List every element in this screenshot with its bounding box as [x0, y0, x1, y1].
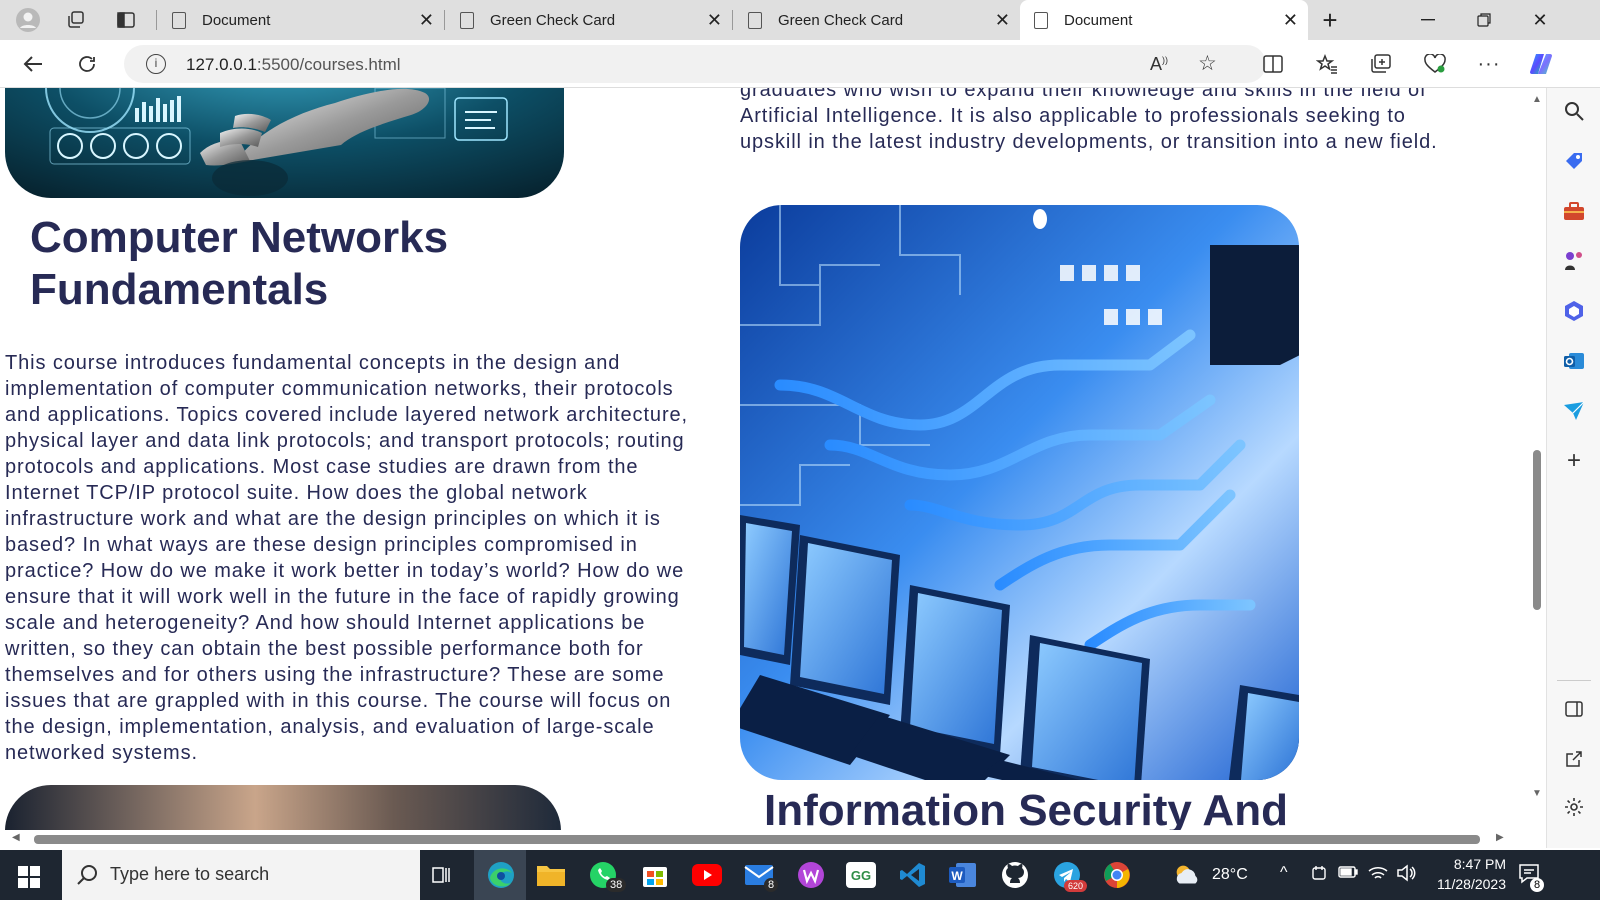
microsoft-365-icon[interactable] — [1561, 298, 1587, 324]
restore-button[interactable] — [1456, 0, 1512, 40]
close-tab-icon[interactable]: ✕ — [1283, 10, 1298, 31]
svg-text:GG: GG — [851, 868, 871, 883]
edge-taskbar-icon[interactable] — [486, 860, 516, 890]
chrome-icon[interactable] — [1102, 860, 1132, 890]
horizontal-scrollbar[interactable]: ◀ ▶ — [0, 830, 1546, 848]
tab-strip: Document ✕ Green Check Card ✕ Green Chec… — [0, 0, 1600, 40]
hide-sidebar-icon[interactable] — [1561, 696, 1587, 722]
close-window-button[interactable]: ✕ — [1512, 0, 1568, 40]
file-explorer-icon[interactable] — [536, 860, 566, 890]
notification-badge: 8 — [1530, 878, 1545, 892]
youtube-icon[interactable] — [692, 860, 722, 890]
computer-network-image — [740, 205, 1299, 780]
vscode-icon[interactable] — [898, 860, 928, 890]
show-hidden-icons-chevron-icon[interactable]: ^ — [1280, 864, 1288, 882]
page-viewport[interactable]: graduates who wish to expand their knowl… — [0, 88, 1528, 830]
tab-green-check-card-1[interactable]: Green Check Card ✕ — [446, 0, 732, 40]
vertical-scroll-thumb[interactable] — [1533, 450, 1541, 610]
outlook-icon[interactable] — [1561, 348, 1587, 374]
mail-badge: 8 — [764, 878, 779, 892]
telegram-badge: 620 — [1064, 880, 1088, 892]
horizontal-scroll-thumb[interactable] — [34, 835, 1480, 844]
next-course-image — [5, 785, 561, 830]
scroll-up-arrow-icon[interactable]: ▲ — [1532, 94, 1542, 105]
clock-time[interactable]: 8:47 PM — [1440, 856, 1506, 872]
tab-green-check-card-2[interactable]: Green Check Card ✕ — [734, 0, 1020, 40]
new-tab-button[interactable]: + — [1302, 0, 1358, 40]
browser-essentials-icon[interactable] — [1420, 50, 1450, 78]
shopping-tag-icon[interactable] — [1561, 148, 1587, 174]
settings-gear-icon[interactable] — [1561, 794, 1587, 820]
close-tab-icon[interactable]: ✕ — [707, 10, 722, 31]
tab-title: Green Check Card — [778, 11, 904, 29]
favorites-icon[interactable] — [1312, 50, 1342, 78]
course-title: Computer Networks Fundamentals — [30, 213, 449, 314]
back-arrow-icon[interactable] — [18, 50, 48, 78]
document-icon — [1034, 11, 1048, 29]
task-view-icon[interactable] — [426, 860, 456, 890]
ai-robot-hand-image — [5, 88, 564, 198]
site-info-icon[interactable]: i — [146, 54, 166, 74]
intro-paragraph: graduates who wish to expand their knowl… — [740, 88, 1438, 153]
split-screen-icon[interactable] — [1258, 50, 1288, 78]
search-icon[interactable] — [1561, 98, 1587, 124]
edge-sidebar: + — [1546, 88, 1600, 848]
document-icon — [172, 11, 186, 29]
vertical-scrollbar[interactable]: ▲ ▼ — [1528, 88, 1546, 830]
svg-text:W: W — [951, 869, 963, 883]
tools-icon[interactable] — [1561, 198, 1587, 224]
clock-date[interactable]: 11/28/2023 — [1428, 876, 1506, 892]
document-icon — [460, 11, 474, 29]
wifi-icon[interactable] — [1368, 864, 1388, 885]
tab-actions-icon[interactable] — [112, 6, 140, 34]
url-path: :5500/courses.html — [256, 55, 401, 74]
send-icon[interactable] — [1561, 398, 1587, 424]
minimize-button[interactable] — [1400, 0, 1456, 40]
weather-cloud-icon[interactable] — [1172, 860, 1202, 890]
games-icon[interactable] — [1561, 248, 1587, 274]
close-tab-icon[interactable]: ✕ — [995, 10, 1010, 31]
collections-icon[interactable] — [1366, 50, 1396, 78]
add-sidebar-app-icon[interactable]: + — [1561, 447, 1587, 474]
windows-taskbar: Type here to search 38 8 GG W 620 28°C ^… — [0, 850, 1600, 900]
microsoft-store-icon[interactable] — [640, 860, 670, 890]
search-placeholder: Type here to search — [110, 864, 270, 884]
wondershare-icon[interactable] — [796, 860, 826, 890]
close-tab-icon[interactable]: ✕ — [419, 10, 434, 31]
battery-icon[interactable] — [1338, 865, 1358, 882]
copilot-icon[interactable] — [1526, 50, 1556, 78]
url-host: 127.0.0.1 — [186, 55, 257, 74]
browser-toolbar: i 127.0.0.1:5500/courses.html A)) ☆ ··· — [0, 40, 1600, 88]
favorite-star-icon[interactable]: ☆ — [1198, 51, 1217, 76]
taskbar-search-box[interactable]: Type here to search — [62, 850, 420, 900]
meet-now-icon[interactable] — [1310, 864, 1328, 885]
read-aloud-icon[interactable]: A)) — [1150, 54, 1168, 75]
word-icon[interactable]: W — [948, 860, 978, 890]
scroll-down-arrow-icon[interactable]: ▼ — [1532, 788, 1542, 799]
document-icon — [748, 11, 762, 29]
tab-document-active[interactable]: Document ✕ — [1020, 0, 1308, 40]
weather-temperature[interactable]: 28°C — [1212, 866, 1248, 884]
scroll-right-arrow-icon[interactable]: ▶ — [1496, 832, 1504, 843]
course-description: This course introduces fundamental conce… — [5, 352, 688, 764]
tab-document-1[interactable]: Document ✕ — [158, 0, 444, 40]
address-bar[interactable]: i 127.0.0.1:5500/courses.html A)) ☆ — [124, 45, 1266, 83]
profile-icon[interactable] — [14, 6, 42, 34]
volume-icon[interactable] — [1396, 864, 1416, 885]
tab-title: Document — [202, 11, 271, 29]
github-icon[interactable] — [1000, 860, 1030, 890]
scroll-left-arrow-icon[interactable]: ◀ — [12, 832, 20, 843]
windows-start-icon[interactable] — [14, 862, 44, 892]
external-link-icon[interactable] — [1561, 746, 1587, 772]
more-options-icon[interactable]: ··· — [1474, 50, 1504, 78]
whatsapp-badge: 38 — [606, 878, 627, 892]
refresh-icon[interactable] — [72, 50, 102, 78]
tab-title: Document — [1064, 11, 1133, 29]
workspaces-icon[interactable] — [62, 6, 90, 34]
tab-title: Green Check Card — [490, 11, 616, 29]
geeksforgeeks-icon[interactable]: GG — [846, 860, 876, 890]
url-text[interactable]: 127.0.0.1:5500/courses.html — [186, 55, 401, 75]
next-course-title: Information Security And — [764, 786, 1288, 830]
search-icon — [77, 865, 97, 885]
